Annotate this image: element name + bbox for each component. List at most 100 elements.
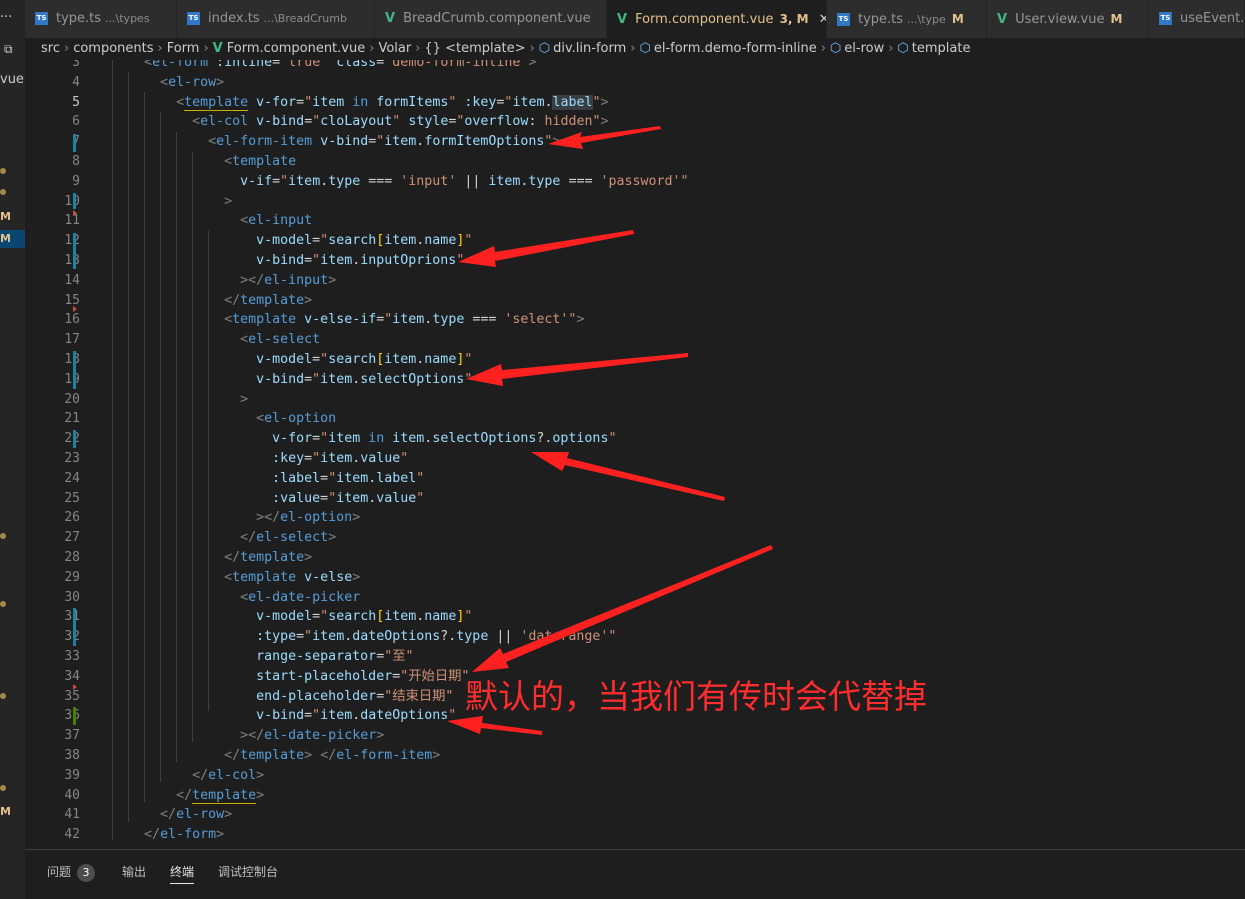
code-line: v-bind="item.selectOptions" xyxy=(256,371,473,387)
code-line: </template> xyxy=(224,550,313,565)
breadcrumb: src › components › Form › V Form.component.vue ›… xyxy=(25,38,1245,60)
line-number: 5 xyxy=(72,94,80,110)
modified-badge: M xyxy=(0,805,11,818)
modified-line-indicator[interactable] xyxy=(73,608,76,646)
line-number: 3 xyxy=(72,60,80,70)
breadcrumb-item[interactable]: template xyxy=(912,41,971,56)
code-line: <template v-else> xyxy=(224,569,361,585)
modified-dot-icon xyxy=(0,601,6,607)
line-number: 12 xyxy=(25,231,80,251)
modified-line-indicator[interactable] xyxy=(73,193,76,209)
line-number: 33 xyxy=(64,649,80,664)
line-number: 8 xyxy=(72,154,80,169)
breadcrumb-item[interactable]: el-row xyxy=(844,41,884,56)
modified-dot-icon xyxy=(0,693,6,699)
code-line: <el-form :inline="true" class="demo-form… xyxy=(144,60,537,70)
chevron-right-icon: › xyxy=(203,41,209,56)
breadcrumb-item[interactable]: div.lin-form xyxy=(553,41,626,56)
more-icon[interactable]: ... xyxy=(0,6,12,21)
code-line: </template> xyxy=(224,292,313,308)
code-line: end-placeholder="结束日期" xyxy=(256,688,454,704)
chevron-right-icon: › xyxy=(157,41,163,56)
line-number: 40 xyxy=(64,787,80,803)
tab-label: useEvent.ts xyxy=(1180,11,1245,26)
tab-problems[interactable]: 问题 3 xyxy=(47,864,96,884)
line-number: 17 xyxy=(64,332,80,348)
line-number: 22 xyxy=(25,429,80,449)
code-line: </template> </el-form-item> xyxy=(224,748,441,763)
tab-terminal[interactable]: 终端 xyxy=(170,864,195,884)
tab-status: M xyxy=(951,12,964,26)
tab-breadcrumb-component[interactable]: V BreadCrumb.component.vue xyxy=(375,0,607,38)
deleted-line-indicator[interactable] xyxy=(73,684,77,690)
modified-line-indicator[interactable] xyxy=(73,134,76,152)
vue-file-icon: V xyxy=(997,12,1008,27)
bottom-panel: 问题 3 输出 终端 调试控制台 xyxy=(25,849,1245,899)
code-line: :label="item.label" xyxy=(272,470,425,486)
line-number: 28 xyxy=(64,550,80,565)
breadcrumb-item[interactable]: Volar xyxy=(378,41,411,56)
code-line: </el-row> xyxy=(160,807,233,823)
code-line: start-placeholder="开始日期" xyxy=(256,668,470,684)
line-number: 27 xyxy=(64,530,80,546)
line-number: 26 xyxy=(64,510,80,526)
code-line: v-bind="item.dateOptions" xyxy=(256,708,457,724)
code-line: <el-col v-bind="cloLayout" style="overfl… xyxy=(192,114,609,130)
code-line: range-separator="至" xyxy=(256,649,414,664)
tab-label: 问题 xyxy=(47,865,72,879)
modified-dot-icon xyxy=(0,785,6,791)
breadcrumb-item[interactable]: src xyxy=(41,41,60,56)
breadcrumb-item[interactable]: {} <template> xyxy=(424,41,525,56)
code-line: v-model="search[item.name]" xyxy=(256,352,473,367)
tab-status: M xyxy=(1110,12,1123,26)
tab-type-ts-2[interactable]: TS type.ts ...\type M xyxy=(827,0,987,38)
line-number: 31 xyxy=(25,607,80,627)
tab-index-ts[interactable]: TS index.ts ...\BreadCrumb xyxy=(177,0,375,38)
breadcrumb-item[interactable]: components xyxy=(73,41,153,56)
modified-line-indicator[interactable] xyxy=(73,430,76,448)
line-number: 6 xyxy=(72,114,80,130)
cube-icon: ⬡ xyxy=(538,41,551,56)
modified-dot-icon xyxy=(0,168,6,174)
line-number: 20 xyxy=(64,391,80,407)
breadcrumb-item[interactable]: el-form.demo-form-inline xyxy=(654,41,817,56)
problems-count-badge: 3 xyxy=(77,864,96,882)
modified-line-indicator[interactable] xyxy=(73,233,76,269)
editor-tab-bar: TS type.ts ...\types TS index.ts ...\BreadCr… xyxy=(25,0,1245,38)
code-line: v-for="item in item.selectOptions?.optio… xyxy=(272,431,617,447)
tab-user-view[interactable]: V User.view.vue M xyxy=(987,0,1149,38)
line-number: 15 xyxy=(64,292,80,308)
collapse-folders-icon[interactable]: ⧉ xyxy=(4,42,13,57)
explorer-file-label[interactable]: vue xyxy=(0,72,24,87)
tab-type-ts[interactable]: TS type.ts ...\types xyxy=(25,0,177,38)
typescript-file-icon: TS xyxy=(187,12,200,25)
line-number: 39 xyxy=(64,767,80,783)
tab-output[interactable]: 输出 xyxy=(122,864,146,884)
deleted-line-indicator[interactable] xyxy=(73,210,77,216)
breadcrumb-item[interactable]: Form xyxy=(167,41,200,56)
line-number: 9 xyxy=(72,173,80,189)
chevron-right-icon: › xyxy=(888,41,894,56)
line-number-gutter: 3 4 5 6 7 8 9 10 11 12 13 14 15 16 17 18… xyxy=(25,60,80,849)
tab-debug-console[interactable]: 调试控制台 xyxy=(218,864,278,884)
close-icon[interactable]: ✕ xyxy=(819,12,826,27)
code-line: <el-form-item v-bind="item.formItemOptio… xyxy=(208,134,561,150)
code-editor[interactable]: 3 4 5 6 7 8 9 10 11 12 13 14 15 16 17 18… xyxy=(25,60,1245,849)
modified-badge-selected[interactable]: M xyxy=(0,230,25,248)
deleted-line-indicator[interactable] xyxy=(73,306,77,312)
code-line: ></el-date-picker> xyxy=(240,728,385,744)
tab-use-event[interactable]: TS useEvent.ts xyxy=(1149,0,1245,38)
tab-form-component[interactable]: V Form.component.vue 3, M ✕ xyxy=(607,0,827,38)
line-number: 4 xyxy=(72,74,80,90)
tab-label: 调试控制台 xyxy=(218,865,279,879)
chevron-right-icon: › xyxy=(529,41,535,56)
code-line: v-model="search[item.name]" xyxy=(256,609,473,625)
breadcrumb-item[interactable]: Form.component.vue xyxy=(227,41,366,56)
code-line: ></el-option> xyxy=(256,510,361,526)
tab-label: Form.component.vue xyxy=(635,12,774,27)
added-line-indicator[interactable] xyxy=(73,707,76,725)
modified-line-indicator[interactable] xyxy=(73,351,76,389)
code-line: ></el-input> xyxy=(240,272,337,288)
cube-icon: ⬡ xyxy=(639,41,651,56)
line-number: 23 xyxy=(64,451,80,466)
